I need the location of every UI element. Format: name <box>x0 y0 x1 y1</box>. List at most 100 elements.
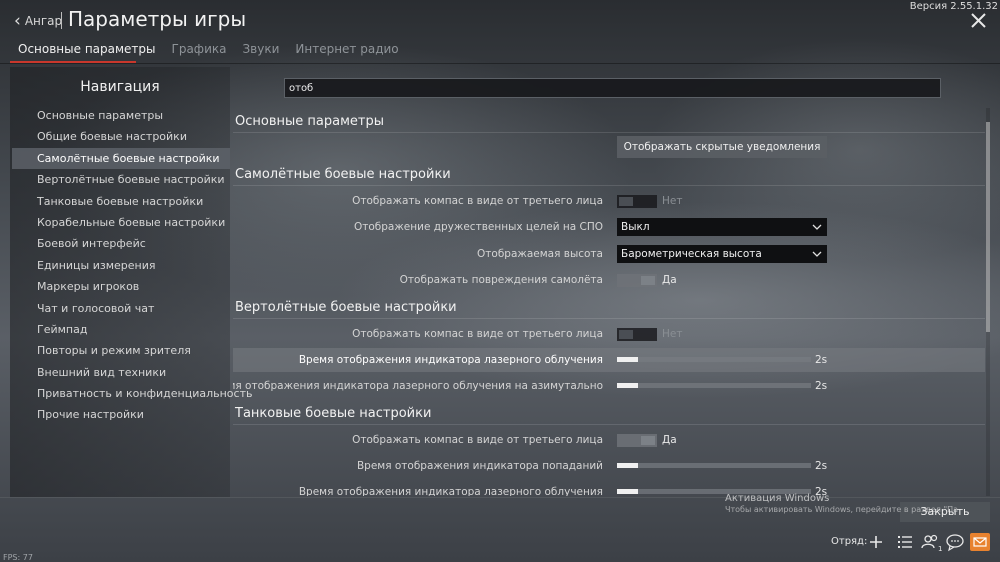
setting-label: Отображать повреждения самолёта <box>399 274 603 286</box>
footer-divider <box>0 497 1000 498</box>
setting-row-altitude: Отображаемая высота Барометрическая высо… <box>233 242 985 266</box>
tab-radio[interactable]: Интернет радио <box>287 40 406 62</box>
list-icon[interactable] <box>895 532 915 552</box>
aircraft-damage-toggle[interactable] <box>617 274 657 287</box>
setting-row-aircraft-compass: Отображать компас в виде от третьего лиц… <box>233 189 985 213</box>
altitude-select[interactable]: Барометрическая высота <box>617 245 827 263</box>
setting-row-heli-laser: Время отображения индикатора лазерного о… <box>233 348 985 372</box>
section-title-tank: Танковые боевые настройки <box>235 406 432 421</box>
top-bar: ‹ Ангар Параметры игры Версия 2.55.1.32 <box>0 0 1000 40</box>
section-rule <box>233 185 985 186</box>
tab-sounds[interactable]: Звуки <box>234 40 287 62</box>
heli-laser-slider[interactable] <box>617 357 811 362</box>
setting-row-show-hidden: Отображать скрытые уведомления <box>233 135 985 159</box>
squad-label: Отряд: <box>831 536 868 547</box>
nav-item-gamepad[interactable]: Геймпад <box>12 319 230 340</box>
toggle-knob <box>641 436 655 445</box>
setting-label: Отображение дружественных целей на СПО <box>353 221 603 233</box>
toggle-state: Нет <box>662 328 683 340</box>
aircraft-compass-toggle[interactable] <box>617 195 657 208</box>
toggle-knob <box>619 330 633 339</box>
tabs-divider <box>0 63 1000 64</box>
back-button[interactable]: ‹ Ангар <box>14 11 62 31</box>
setting-label: Отображать компас в виде от третьего лиц… <box>352 328 603 340</box>
version-label: Версия 2.55.1.32 <box>909 1 998 12</box>
back-label: Ангар <box>24 14 63 28</box>
nav-item-general-battle[interactable]: Общие боевые настройки <box>12 126 230 147</box>
toggle-knob <box>641 276 655 285</box>
toggle-knob <box>619 197 633 206</box>
tank-hit-slider[interactable] <box>617 463 811 468</box>
setting-row-tank-compass: Отображать компас в виде от третьего лиц… <box>233 428 985 452</box>
setting-label: Время отображения индикатора лазерного о… <box>298 486 603 496</box>
scrollbar-thumb[interactable] <box>986 122 990 332</box>
slider-value: 2s <box>815 354 828 366</box>
page-title: Параметры игры <box>68 7 247 31</box>
friendly-targets-select[interactable]: Выкл <box>617 218 827 236</box>
nav-item-privacy[interactable]: Приватность и конфиденциальность <box>12 383 252 404</box>
nav-item-units[interactable]: Единицы измерения <box>12 255 230 276</box>
slider-fill <box>617 357 639 362</box>
nav-item-replays[interactable]: Повторы и режим зрителя <box>12 340 230 361</box>
slider-fill <box>617 383 639 388</box>
add-squad-icon[interactable] <box>866 532 886 552</box>
heli-compass-toggle[interactable] <box>617 328 657 341</box>
section-title-aircraft: Самолётные боевые настройки <box>235 167 451 182</box>
section-rule <box>233 318 985 319</box>
chevron-down-icon <box>812 251 822 257</box>
toggle-state: Нет <box>662 195 683 207</box>
friends-icon[interactable]: 1 <box>920 532 942 553</box>
friends-count-badge: 1 <box>938 545 942 552</box>
setting-row-friendly-targets: Отображение дружественных целей на СПО В… <box>233 215 985 239</box>
bottom-bar: Отряд: 1 FPS: 77 <box>0 528 1000 562</box>
navigation-title: Навигация <box>80 79 160 95</box>
nav-item-main[interactable]: Основные параметры <box>12 105 230 126</box>
setting-row-tank-laser: Время отображения индикатора лазерного о… <box>233 480 985 496</box>
mail-icon[interactable] <box>970 532 990 552</box>
heli-laser-azimuth-slider[interactable] <box>617 383 811 388</box>
nav-item-other[interactable]: Прочие настройки <box>12 404 230 425</box>
select-value: Выкл <box>621 221 650 233</box>
tab-graphics[interactable]: Графика <box>164 40 235 62</box>
nav-item-aircraft-battle[interactable]: Самолётные боевые настройки <box>12 147 230 170</box>
fps-counter: FPS: 77 <box>3 553 33 562</box>
chat-icon[interactable] <box>945 532 965 552</box>
setting-row-heli-compass: Отображать компас в виде от третьего лиц… <box>233 322 985 346</box>
setting-label: Время отображения индикатора попаданий <box>356 460 603 472</box>
section-rule <box>233 132 985 133</box>
setting-label: Отображать компас в виде от третьего лиц… <box>352 195 603 207</box>
select-value: Барометрическая высота <box>621 248 762 260</box>
settings-scrollbar[interactable] <box>986 108 990 496</box>
nav-item-tank-battle[interactable]: Танковые боевые настройки <box>12 191 230 212</box>
settings-search-input[interactable] <box>284 78 941 98</box>
setting-row-heli-laser-azimuth: Время отображения индикатора лазерного о… <box>233 374 985 398</box>
close-icon[interactable] <box>969 12 989 30</box>
toggle-state: Да <box>662 434 677 446</box>
settings-list: Основные параметры Отображать скрытые ув… <box>233 108 985 496</box>
section-rule <box>233 424 985 425</box>
toggle-state: Да <box>662 274 677 286</box>
nav-item-player-markers[interactable]: Маркеры игроков <box>12 276 230 297</box>
nav-item-battle-interface[interactable]: Боевой интерфейс <box>12 233 230 254</box>
slider-fill <box>617 489 639 494</box>
nav-item-vehicle-appearance[interactable]: Внешний вид техники <box>12 362 230 383</box>
setting-label: Отображать компас в виде от третьего лиц… <box>352 434 603 446</box>
title-separator <box>61 12 62 29</box>
slider-value: 2s <box>815 460 828 472</box>
tab-main[interactable]: Основные параметры <box>10 40 164 62</box>
nav-item-helicopter-battle[interactable]: Вертолётные боевые настройки <box>12 169 230 190</box>
tank-compass-toggle[interactable] <box>617 434 657 447</box>
section-title-helicopter: Вертолётные боевые настройки <box>235 300 457 315</box>
slider-value: 2s <box>815 380 828 392</box>
section-title-main: Основные параметры <box>235 114 384 129</box>
setting-row-aircraft-damage: Отображать повреждения самолёта Да <box>233 268 985 292</box>
setting-label: Время отображения индикатора лазерного о… <box>298 354 603 366</box>
tank-laser-slider[interactable] <box>617 489 811 494</box>
nav-item-ship-battle[interactable]: Корабельные боевые настройки <box>12 212 230 233</box>
setting-label: Время отображения индикатора лазерного о… <box>233 380 603 392</box>
show-hidden-notifications-button[interactable]: Отображать скрытые уведомления <box>617 136 827 158</box>
setting-row-tank-hits: Время отображения индикатора попаданий 2… <box>233 454 985 478</box>
nav-item-chat-voice[interactable]: Чат и голосовой чат <box>12 298 230 319</box>
close-button[interactable]: Закрыть <box>900 502 990 522</box>
settings-tabs: Основные параметры Графика Звуки Интерне… <box>10 40 407 62</box>
